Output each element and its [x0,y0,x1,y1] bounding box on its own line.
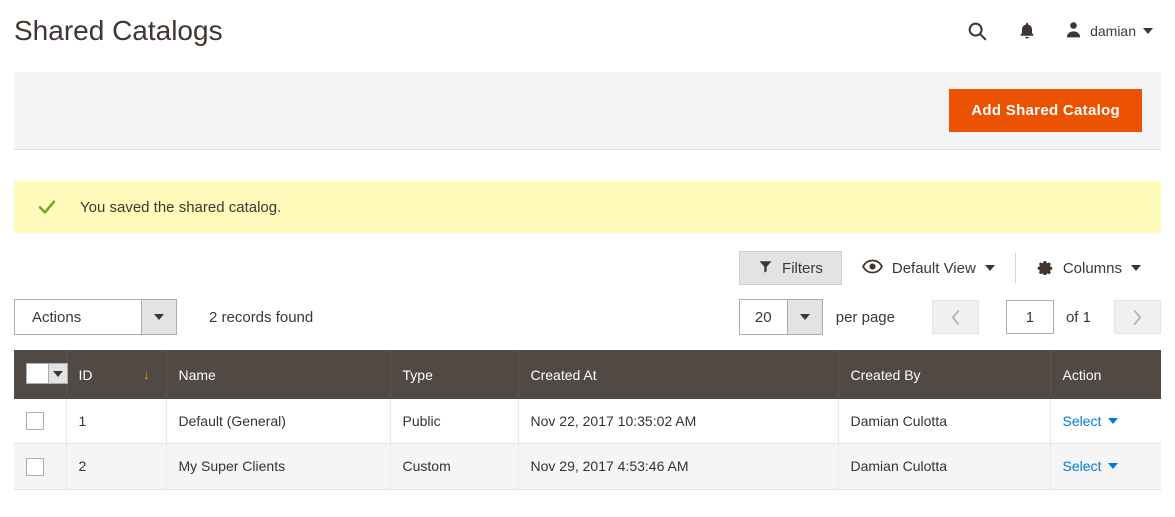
per-page-dropdown[interactable]: 20 [738,299,823,335]
default-view-dropdown[interactable]: Default View [842,251,1015,285]
column-header-action: Action [1050,350,1161,399]
grid-toolbar: Filters Default View Columns [14,251,1161,285]
messages-area: You saved the shared catalog. [14,181,1161,233]
eye-icon [861,259,883,278]
actions-dropdown[interactable]: Actions [14,299,177,335]
cell-id: 1 [66,399,167,445]
page-actions-toolbar: Add Shared Catalog [14,72,1161,150]
page-number-input[interactable] [1005,300,1054,334]
column-header-type[interactable]: Type [390,350,519,399]
column-header-created-at[interactable]: Created At [518,350,839,399]
chevron-down-icon [1131,265,1141,271]
cell-created-by: Damian Culotta [838,443,1051,490]
gear-icon [1036,257,1054,279]
row-checkbox-cell [14,443,67,490]
cell-id: 2 [66,443,167,490]
table-row[interactable]: 2 My Super Clients Custom Nov 29, 2017 4… [14,443,1161,490]
add-shared-catalog-button[interactable]: Add Shared Catalog [949,88,1142,133]
funnel-icon [758,259,773,278]
filters-button[interactable]: Filters [739,251,842,285]
cell-action: Select [1050,443,1161,490]
cell-created-at: Nov 22, 2017 10:35:02 AM [518,399,839,445]
header-actions: damian [964,18,1161,44]
default-view-label: Default View [891,259,976,277]
next-page-button[interactable] [1114,300,1161,334]
table-header-row: ID ↓ Name Type Created At Created By Act… [14,350,1161,399]
search-icon[interactable] [964,18,990,44]
cell-type: Public [390,399,519,445]
user-avatar-icon [1064,20,1083,42]
grid-actions-row: Actions 2 records found 20 per page of 1 [14,299,1161,335]
user-menu[interactable]: damian [1064,20,1153,42]
row-checkbox[interactable] [26,412,44,431]
success-message-text: You saved the shared catalog. [80,198,282,216]
chevron-down-icon [786,300,822,334]
row-select-label: Select [1062,458,1102,475]
previous-page-button[interactable] [931,300,979,334]
row-checkbox-cell [14,399,67,445]
per-page-label: per page [835,308,895,326]
cell-name: My Super Clients [166,443,391,490]
cell-created-by: Damian Culotta [838,399,1051,445]
cell-type: Custom [390,443,519,490]
check-icon [36,197,58,217]
page-header: Shared Catalogs damian [0,0,1175,62]
cell-name: Default (General) [166,399,391,445]
row-checkbox[interactable] [26,457,44,476]
table-row[interactable]: 1 Default (General) Public Nov 22, 2017 … [14,399,1161,445]
checkbox-dropdown-icon[interactable] [26,363,68,384]
actions-dropdown-label: Actions [32,308,82,326]
sort-desc-icon: ↓ [143,367,150,382]
column-header-name[interactable]: Name [166,350,391,399]
filters-button-label: Filters [782,259,823,277]
chevron-down-icon [984,265,995,271]
row-select-dropdown[interactable]: Select [1063,458,1119,474]
records-found-label: 2 records found [209,308,314,326]
select-all-header [14,350,68,399]
cell-created-at: Nov 29, 2017 4:53:46 AM [518,443,839,490]
chevron-down-icon [1108,463,1119,470]
column-header-id-label: ID [78,366,93,383]
columns-label: Columns [1062,259,1122,277]
column-header-created-by[interactable]: Created By [838,350,1051,399]
chevron-down-icon [141,300,176,334]
per-page-value: 20 [754,308,772,326]
row-select-dropdown[interactable]: Select [1063,413,1119,429]
column-header-id[interactable]: ID ↓ [66,350,167,399]
user-name: damian [1090,23,1136,39]
row-select-label: Select [1062,413,1102,430]
bell-icon[interactable] [1014,18,1040,44]
success-message: You saved the shared catalog. [14,181,1161,233]
cell-action: Select [1050,399,1161,445]
chevron-down-icon [1143,28,1153,34]
columns-dropdown[interactable]: Columns [1016,251,1161,285]
page-title: Shared Catalogs [14,15,223,46]
chevron-down-icon [1108,418,1119,425]
total-pages-label: of 1 [1065,308,1091,326]
shared-catalogs-grid: ID ↓ Name Type Created At Created By Act… [14,350,1161,490]
pagination: 20 per page of 1 [738,299,1161,335]
